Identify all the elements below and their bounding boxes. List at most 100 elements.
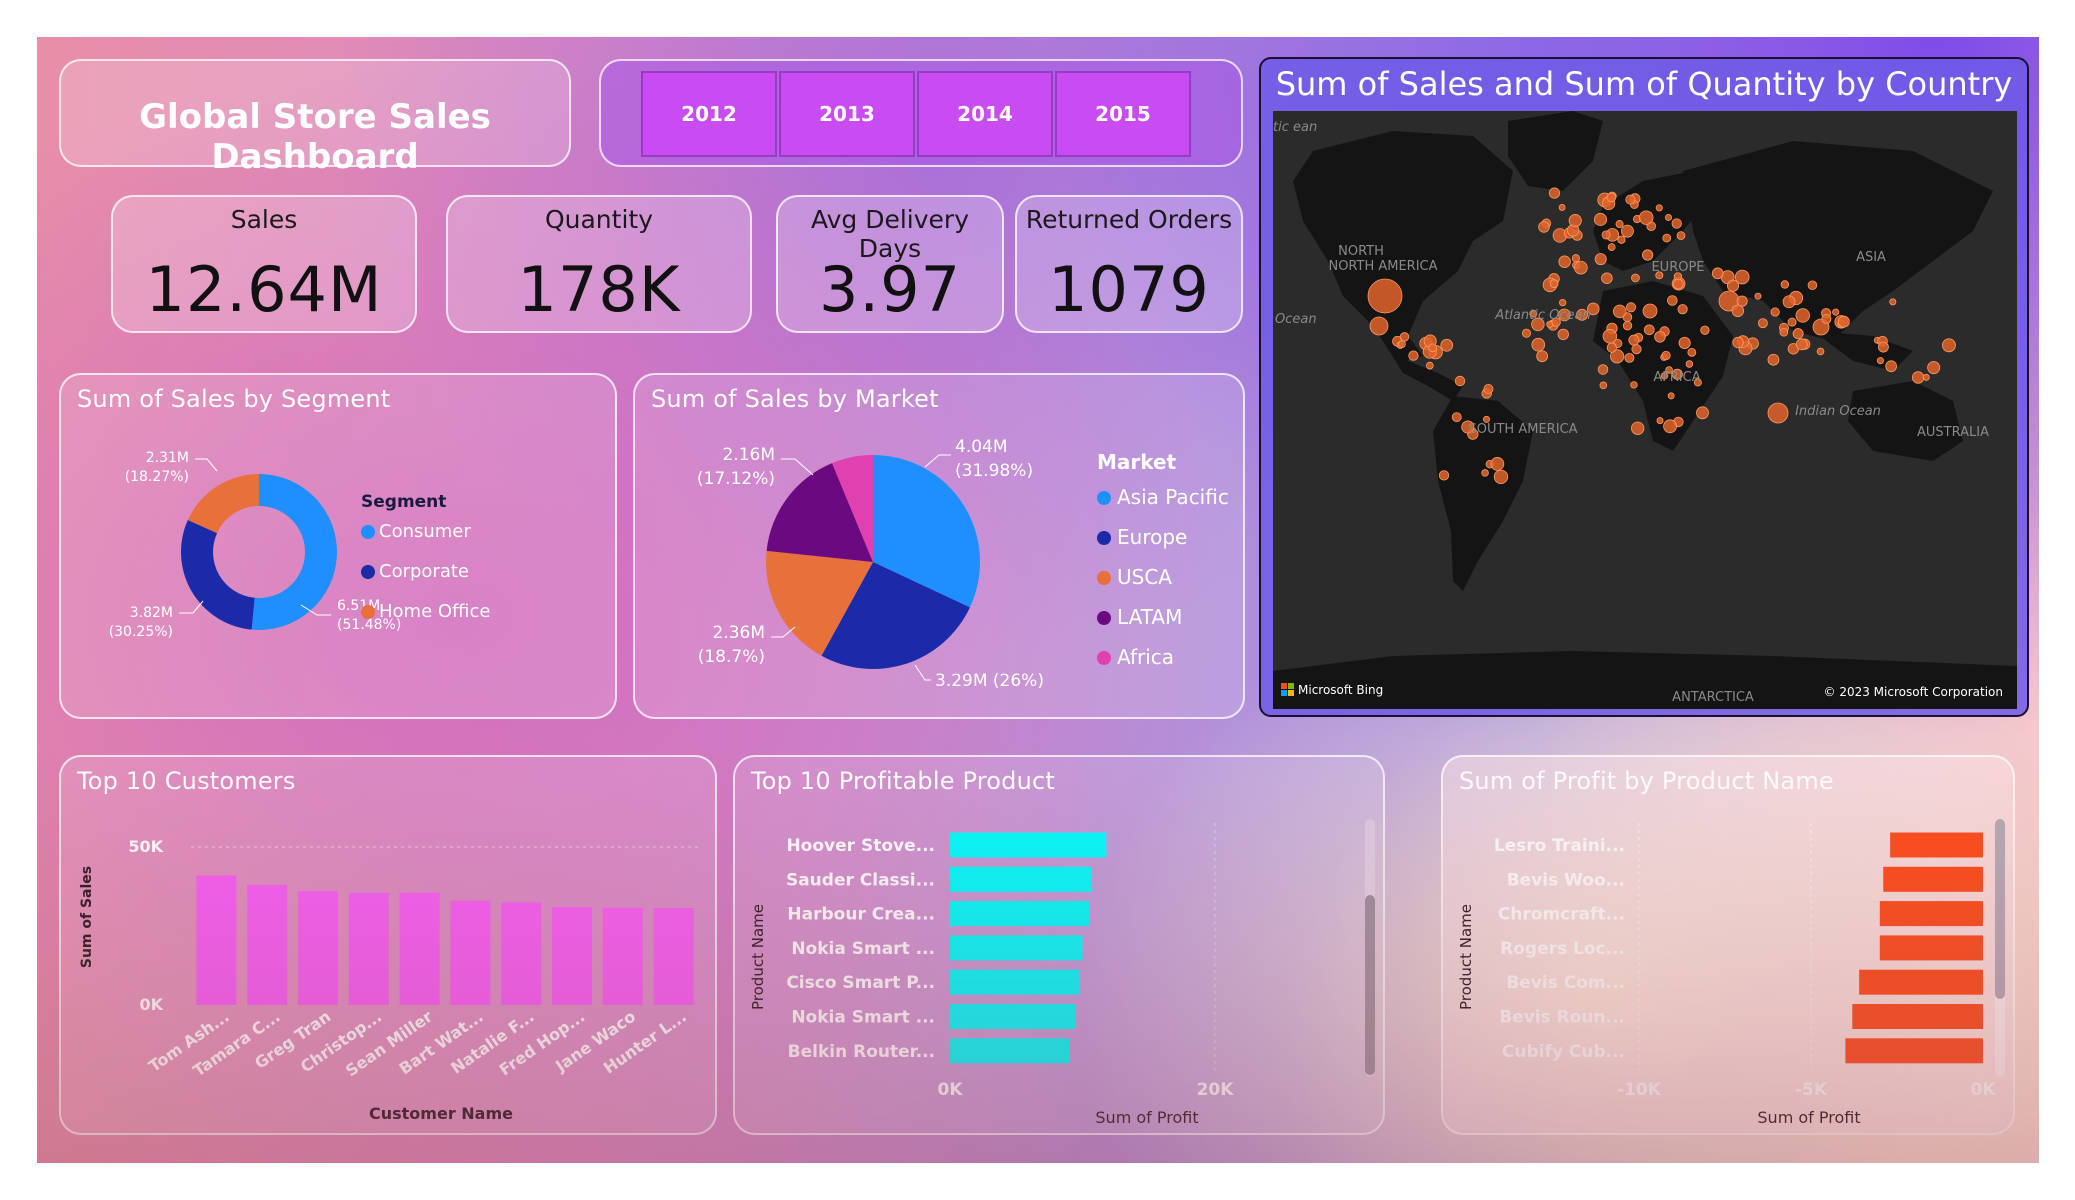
sales-by-country-map[interactable]: Sum of Sales and Sum of Quantity by Coun… <box>1259 57 2029 717</box>
sales-bubble <box>1631 421 1645 435</box>
kpi-card-returned-orders[interactable]: Returned Orders 1079 <box>1015 195 1243 333</box>
year-button-2012[interactable]: 2012 <box>641 71 777 157</box>
bar-customer <box>399 892 440 1005</box>
kpi-value: 12.64M <box>145 253 383 326</box>
sales-bubble <box>1732 336 1744 349</box>
sales-bubble <box>1685 360 1694 368</box>
sales-bubble <box>1807 280 1818 291</box>
legend-title: Segment <box>361 492 446 512</box>
map-canvas[interactable]: NORTH NORTH AMERICA EUROPE ASIA AFRICA S… <box>1273 111 2017 709</box>
legend-swatch <box>361 605 375 619</box>
bar-profit <box>1890 832 1983 858</box>
top-products-chart[interactable]: Hoover Stove... Sauder Classi... Harbour C… <box>735 757 1383 1133</box>
x-axis-title: Customer Name <box>369 1104 513 1123</box>
sales-bubble <box>1601 272 1613 284</box>
sales-bubble <box>1942 338 1956 353</box>
sales-bubble <box>1426 361 1434 370</box>
sales-bubble <box>1816 347 1825 356</box>
bar-product <box>950 1004 1076 1029</box>
kpi-label: Sales <box>230 205 298 234</box>
legend-item: Africa <box>1117 645 1174 669</box>
kpi-value: 178K <box>517 253 681 326</box>
greenland-shape <box>1508 111 1603 191</box>
bar-customer <box>247 884 288 1005</box>
x-tick-label: 0K <box>1970 1080 1996 1100</box>
map-title: Sum of Sales and Sum of Quantity by Coun… <box>1275 65 2013 103</box>
sales-bubble <box>1612 304 1627 319</box>
sales-bubble <box>1398 340 1406 348</box>
kpi-value: 1079 <box>1048 253 1210 326</box>
map-label-tic-ean: tic ean <box>1273 120 1317 135</box>
sales-bubble <box>1642 303 1658 319</box>
top-products-card[interactable]: Top 10 Profitable Product Hoover Stove..… <box>733 755 1385 1135</box>
sales-bubble <box>1731 304 1745 318</box>
sales-bubble <box>1399 332 1410 342</box>
kpi-card-sales[interactable]: Sales 12.64M <box>111 195 417 333</box>
top-customers-chart[interactable]: 50K0KTom Ash...Tamara C...Greg TranChris… <box>61 757 715 1133</box>
sales-bubble <box>1620 224 1634 238</box>
segment-donut-chart[interactable]: 6.51M(51.48%)3.82M(30.25%)2.31M(18.27%)S… <box>61 375 615 717</box>
y-tick-label: Bevis Com... <box>1506 973 1625 993</box>
map-label-indian: Indian Ocean <box>1795 404 1881 419</box>
x-tick-label: -5K <box>1795 1080 1828 1100</box>
sales-bubble <box>1626 302 1637 313</box>
bar-profit <box>1883 866 1983 892</box>
kpi-card-quantity[interactable]: Quantity 178K <box>446 195 752 333</box>
sales-bubble <box>1889 298 1897 306</box>
bar-product <box>950 1038 1070 1064</box>
sales-bubble <box>1795 308 1810 323</box>
sales-bubble <box>1536 350 1548 363</box>
sales-bubble <box>1767 353 1780 366</box>
top-customers-card[interactable]: Top 10 Customers 50K 0K Tom Ash... Tamara C… <box>59 755 717 1135</box>
bar-customer <box>298 891 338 1005</box>
data-label: 2.36M <box>712 623 765 643</box>
sales-bubble <box>1617 235 1626 244</box>
kpi-card-avg-delivery-days[interactable]: Avg Delivery Days 3.97 <box>776 195 1004 333</box>
data-label: 3.29M (26%) <box>935 671 1044 691</box>
sales-bubble <box>1548 187 1561 199</box>
year-button-2013[interactable]: 2013 <box>779 71 915 157</box>
y-tick-label: 0K <box>139 995 163 1014</box>
map-label-north-america: NORTH <box>1338 244 1384 259</box>
sales-by-market-card[interactable]: Sum of Sales by Market 4.04M (31.98%) 3.29… <box>633 373 1245 719</box>
bar-customer <box>501 902 542 1005</box>
bar-profit <box>1852 1004 1983 1029</box>
market-pie-chart[interactable]: 4.04M (31.98%) 3.29M (26%) 2.36M (18.7%) 2.16… <box>635 375 1243 717</box>
bar-profit <box>1845 1038 1983 1064</box>
y-tick-label: Chromcraft... <box>1498 905 1625 925</box>
sales-bubble <box>1594 253 1607 266</box>
map-label-europe: EUROPE <box>1651 260 1704 275</box>
se-asia-shape <box>1813 331 1913 371</box>
y-tick-label: 50K <box>128 837 163 856</box>
sales-bubble <box>1558 255 1571 268</box>
leader-line <box>179 600 204 614</box>
sales-bubble <box>1700 325 1710 335</box>
year-button-2014[interactable]: 2014 <box>917 71 1053 157</box>
sales-bubble <box>1490 457 1505 471</box>
bar-product <box>950 901 1090 927</box>
sales-bubble <box>1631 344 1642 355</box>
scrollbar-thumb <box>1995 819 2005 999</box>
map-viewport[interactable]: NORTH NORTH AMERICA EUROPE ASIA AFRICA S… <box>1273 111 2017 709</box>
x-tick-label: 0K <box>937 1080 963 1100</box>
sales-bubble <box>1367 278 1403 314</box>
profit-by-product-card[interactable]: Sum of Profit by Product Name Lesro Trai… <box>1441 755 2015 1135</box>
data-label: (17.12%) <box>697 469 775 489</box>
profit-by-product-chart[interactable]: Lesro Traini... Bevis Woo... Chromcraft...… <box>1443 757 2013 1133</box>
sales-bubble <box>1625 194 1636 205</box>
bar-product <box>950 969 1080 995</box>
x-axis-title: Sum of Profit <box>1095 1108 1198 1127</box>
sales-bubble <box>1837 315 1850 328</box>
year-button-2015[interactable]: 2015 <box>1055 71 1191 157</box>
y-tick-label: Cisco Smart P... <box>786 973 935 993</box>
sales-bubble <box>1687 347 1697 357</box>
bar-profit <box>1879 935 1983 961</box>
data-label: 2.31M <box>146 450 189 466</box>
sales-bubble <box>1757 318 1768 329</box>
sales-bubble <box>1628 334 1640 346</box>
sales-by-segment-card[interactable]: Sum of Sales by Segment 6.51M (51.48%) 3.8… <box>59 373 617 719</box>
legend-item: Europe <box>1117 525 1187 549</box>
sales-bubble <box>1408 350 1419 361</box>
sales-bubble <box>1493 469 1509 484</box>
sales-bubble <box>1754 292 1762 300</box>
